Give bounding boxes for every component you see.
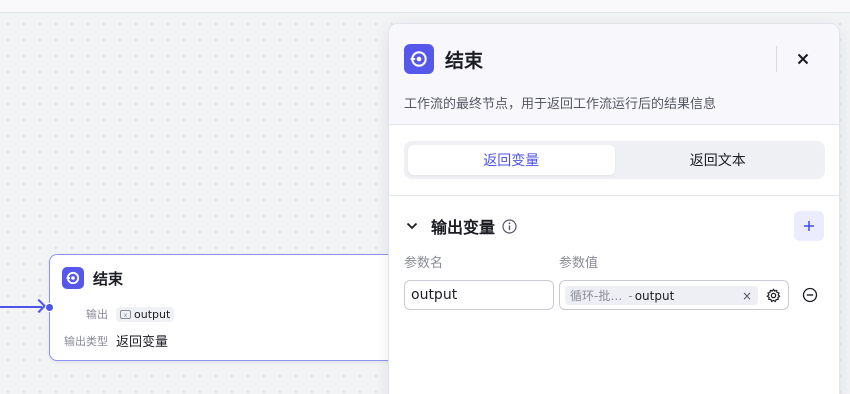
close-button[interactable] <box>791 47 815 71</box>
node-type-label: 输出类型 <box>64 334 108 348</box>
info-icon[interactable] <box>501 218 517 234</box>
panel-header: 结束 工作流的最终节点，用于返回工作流运行后的结果信息 <box>389 24 839 125</box>
node-output-chip: x output <box>116 306 175 322</box>
reference-separator: - <box>628 288 633 303</box>
end-node[interactable]: 结束 输出 x output 输出类型 返回变量 <box>45 254 399 361</box>
param-name-input[interactable] <box>404 280 554 310</box>
reference-source-node: 循环-批… <box>570 289 623 303</box>
node-input-port[interactable] <box>45 303 54 312</box>
close-icon <box>797 53 809 65</box>
tab-return-text[interactable]: 返回文本 <box>615 145 822 175</box>
top-bar <box>0 0 850 13</box>
end-node-icon <box>62 267 84 289</box>
panel-description: 工作流的最终节点，用于返回工作流运行后的结果信息 <box>404 97 717 112</box>
svg-text:x: x <box>124 312 128 319</box>
param-value-column-label: 参数值 <box>559 256 599 271</box>
section-title: 输出变量 <box>431 218 496 237</box>
gear-icon[interactable] <box>765 287 781 303</box>
node-type-value: 返回变量 <box>116 335 169 350</box>
minus-circle-icon <box>802 287 818 303</box>
variable-reference-tag[interactable]: 循环-批… - output × <box>565 286 758 305</box>
param-name-column-label: 参数名 <box>404 256 444 271</box>
header-divider <box>776 46 777 72</box>
plus-icon <box>804 221 814 231</box>
clear-reference-icon[interactable]: × <box>742 289 752 303</box>
output-variables-header: 输出变量 <box>404 214 517 238</box>
remove-variable-button[interactable] <box>800 285 820 305</box>
node-type-row: 输出类型 返回变量 <box>62 331 169 351</box>
node-output-var: output <box>134 307 171 321</box>
tab-return-variable[interactable]: 返回变量 <box>408 145 615 175</box>
node-output-label: 输出 <box>86 308 108 321</box>
end-node-panel: 结束 工作流的最终节点，用于返回工作流运行后的结果信息 返回变量 返回文本 输出… <box>388 23 840 394</box>
section-divider <box>389 195 839 196</box>
param-value-field[interactable]: 循环-批… - output × <box>559 280 789 310</box>
edge-arrow-icon <box>31 298 47 314</box>
end-node-icon <box>404 44 434 74</box>
panel-title: 结束 <box>445 50 484 72</box>
reference-variable: output <box>634 288 675 303</box>
end-node-title: 结束 <box>93 269 124 288</box>
output-mode-tabs: 返回变量 返回文本 <box>404 141 825 179</box>
chevron-down-icon[interactable] <box>404 218 420 234</box>
add-variable-button[interactable] <box>794 211 824 241</box>
variable-icon: x <box>120 309 131 319</box>
end-node-header: 结束 <box>62 267 123 289</box>
node-output-row: 输出 x output <box>62 306 175 322</box>
